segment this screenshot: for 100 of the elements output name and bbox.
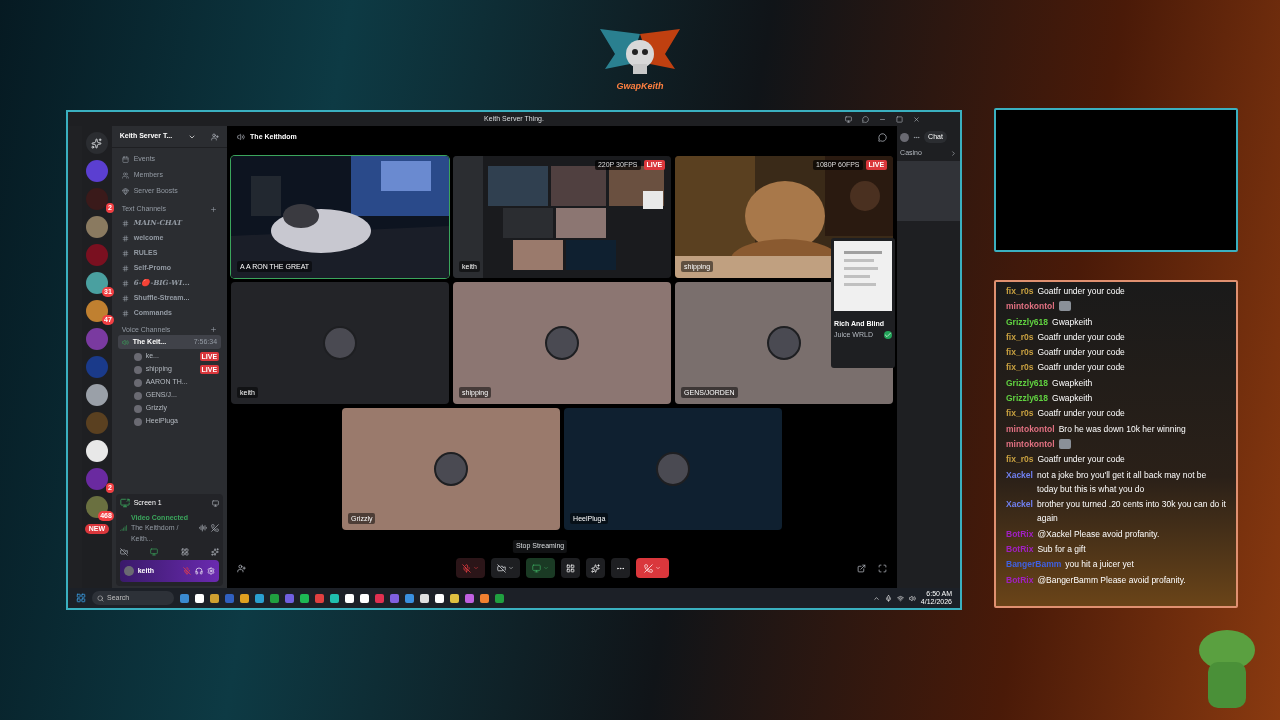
leave-call-button[interactable]: [635, 558, 669, 578]
add-channel-icon[interactable]: [210, 205, 218, 213]
avatar: [323, 326, 358, 360]
mic-button[interactable]: [455, 558, 485, 578]
chat-message: Gwapkeith: [1052, 392, 1093, 406]
chat-username: fix_r0s: [1006, 346, 1034, 360]
chat-username: BotRix: [1006, 573, 1034, 587]
check-icon: [884, 331, 893, 340]
activities-icon[interactable]: [180, 548, 189, 556]
chat-username: Xackel: [1006, 468, 1033, 482]
mic-icon[interactable]: [884, 594, 892, 602]
server-icon[interactable]: [85, 384, 108, 406]
avatar: [434, 452, 469, 486]
chat-username: fix_r0s: [1006, 285, 1034, 298]
search-icon: [97, 594, 104, 602]
chat-message: Gwapkeith: [1052, 315, 1093, 329]
avatar: [767, 326, 802, 360]
avatar: [900, 132, 910, 142]
hash-icon: [121, 279, 129, 287]
close-icon[interactable]: [913, 115, 920, 123]
avatar: [656, 452, 691, 486]
chat-username: BotRix: [1006, 543, 1034, 557]
activities-button[interactable]: [560, 558, 580, 578]
hash-icon: [121, 249, 129, 257]
monitor-icon: [531, 563, 541, 573]
hash-icon: [121, 219, 129, 227]
chat-username: mintokontol: [1006, 300, 1055, 314]
hash-icon: [121, 234, 129, 242]
wifi-icon[interactable]: [896, 594, 904, 602]
chat-username: fix_r0s: [1006, 407, 1034, 421]
add-channel-icon[interactable]: [210, 326, 218, 334]
headphones-icon[interactable]: [195, 567, 204, 575]
chat-message: you hit a juicer yet: [1065, 558, 1134, 572]
volume-icon[interactable]: [908, 594, 916, 602]
chat-username: Grizzly618: [1006, 392, 1049, 406]
chat-username: fix_r0s: [1006, 330, 1034, 344]
screen-share-icon: [119, 498, 130, 509]
chat-message: Gwapkeith: [1052, 376, 1093, 390]
grid-icon: [565, 563, 575, 573]
invite-icon[interactable]: [237, 563, 247, 573]
camera-button[interactable]: [490, 558, 520, 578]
signal-icon: [119, 524, 127, 533]
maximize-icon[interactable]: [896, 115, 903, 123]
soundboard-icon[interactable]: [211, 548, 220, 556]
home-icon[interactable]: [85, 132, 108, 154]
chat-username: Xackel: [1006, 498, 1033, 512]
soundboard-button[interactable]: [585, 558, 605, 578]
chevron-icon: [507, 565, 514, 571]
chat-message: Goatfr under your code: [1037, 361, 1125, 375]
chat-username: mintokontol: [1006, 422, 1055, 436]
logo-text: GwapKeith: [616, 80, 664, 94]
chat-message: Goatfr under your code: [1037, 407, 1125, 421]
noise-icon[interactable]: [199, 524, 208, 533]
hash-icon: [121, 309, 129, 317]
sparkle-icon: [590, 563, 600, 573]
emote-icon: [1058, 438, 1071, 449]
monitor-icon[interactable]: [212, 499, 220, 507]
chat-message: Goatfr under your code: [1037, 330, 1125, 344]
tray-icon[interactable]: [872, 594, 880, 602]
avatar: [545, 326, 580, 360]
chevron-icon[interactable]: [950, 149, 957, 157]
chat-username: mintokontol: [1006, 437, 1055, 451]
invite-icon[interactable]: [211, 132, 220, 141]
emote-icon: [1058, 301, 1071, 312]
chat-message: Bro he was down 10k her winning: [1058, 422, 1186, 436]
people-icon: [121, 172, 129, 179]
chat-username: Grizzly618: [1006, 376, 1049, 390]
chat-message: brother you turned .20 cents into 30k you can do it again: [1036, 498, 1226, 526]
camera-off-icon: [496, 563, 506, 573]
disconnect-icon[interactable]: [211, 524, 220, 533]
chat-message: @BangerBamm Please avoid profanity.: [1037, 573, 1186, 587]
chat-message: @Xackel Please avoid profanity.: [1037, 527, 1160, 541]
hash-icon: [121, 294, 129, 302]
chevron-icon: [542, 565, 549, 571]
voice-icon: [237, 133, 246, 141]
avatar: [123, 566, 134, 576]
side-panel-card: [897, 160, 960, 221]
mic-muted-icon: [461, 563, 471, 573]
settings-icon[interactable]: [207, 567, 216, 575]
phone-icon: [643, 563, 653, 573]
speaker-icon: [121, 338, 129, 346]
chat-icon[interactable]: [878, 132, 888, 142]
fullscreen-icon[interactable]: [878, 563, 888, 573]
popout-icon[interactable]: [857, 563, 867, 573]
hash-icon: [121, 264, 129, 272]
chat-message: Sub for a gift: [1037, 543, 1086, 557]
calendar-icon: [121, 156, 129, 163]
chat-username: fix_r0s: [1006, 361, 1034, 375]
camera-off-icon[interactable]: [119, 548, 128, 556]
start-icon[interactable]: [76, 593, 86, 603]
chat-username: fix_r0s: [1006, 453, 1034, 467]
gem-icon: [121, 188, 129, 195]
stream-button[interactable]: [525, 558, 555, 578]
chat-message: Goatfr under your code: [1037, 346, 1125, 360]
chat-username: BotRix: [1006, 527, 1034, 541]
screen-icon[interactable]: [150, 548, 159, 556]
server-icon[interactable]: [85, 440, 108, 462]
chat-message: Goatfr under your code: [1037, 453, 1125, 467]
chat-message: Goatfr under your code: [1037, 285, 1125, 298]
chat-username: BangerBamm: [1006, 558, 1062, 572]
